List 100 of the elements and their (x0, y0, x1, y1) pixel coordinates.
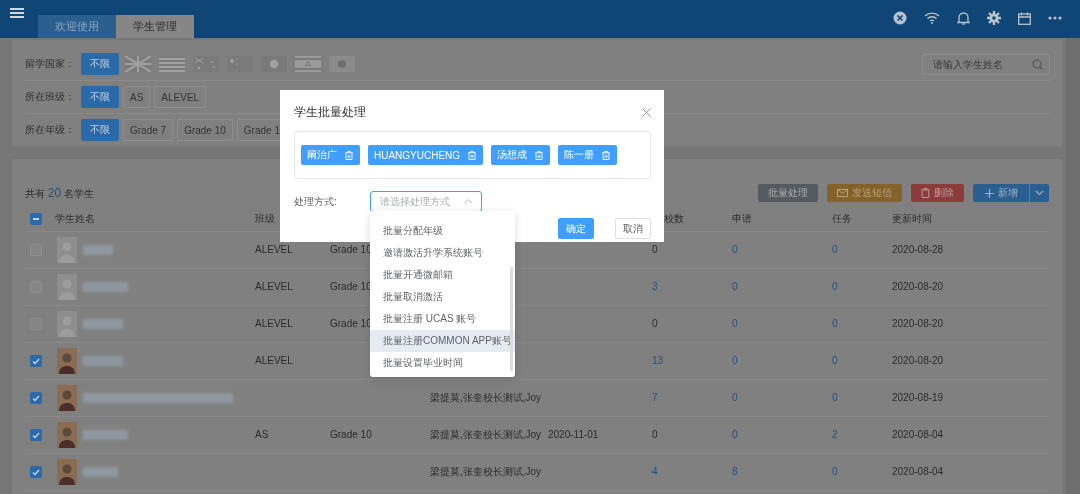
dropdown-item[interactable]: 批量设置毕业时间 (370, 352, 515, 374)
filter-option[interactable]: 不限 (81, 119, 119, 141)
count-link[interactable]: 0 (732, 280, 738, 294)
dropdown-item[interactable]: 批量注册COMMON APP账号 (370, 330, 515, 352)
count-link[interactable]: 0 (732, 243, 738, 257)
table-cell: Grade 10 (330, 428, 372, 442)
column-header: 申请 (732, 212, 752, 226)
count-link[interactable]: 0 (832, 280, 838, 294)
table-cell: 梁提莫,张奎校长测试,Joy (430, 391, 542, 405)
close-icon[interactable] (642, 108, 651, 117)
confirm-button[interactable]: 确定 (558, 218, 594, 239)
trash-icon[interactable] (535, 150, 544, 160)
mail-icon (837, 189, 848, 197)
flag-icon[interactable] (125, 56, 151, 72)
close-circle-icon[interactable] (893, 11, 907, 25)
add-button[interactable]: 新增 (973, 184, 1029, 202)
caret-icon (464, 199, 473, 204)
column-header: 更新时间 (892, 212, 932, 226)
blurred-name (83, 356, 123, 366)
table-cell: ALEVEL (255, 354, 293, 368)
count-link[interactable]: 0 (832, 465, 838, 479)
flag-icon[interactable] (193, 56, 219, 72)
column-header: 班级 (255, 212, 275, 226)
calendar-icon[interactable] (1018, 11, 1031, 25)
count-link[interactable]: 8 (732, 465, 738, 479)
cancel-button[interactable]: 取消 (615, 218, 651, 239)
count-link[interactable]: 0 (732, 317, 738, 331)
table-cell: 2020-11-01 (548, 428, 599, 442)
bell-icon[interactable] (957, 11, 970, 25)
count-link[interactable]: 4 (652, 465, 658, 479)
flag-icon[interactable] (261, 56, 287, 72)
settings-icon[interactable] (987, 11, 1001, 25)
count-link[interactable]: 0 (832, 391, 838, 405)
count-link[interactable]: 0 (832, 317, 838, 331)
count-link[interactable]: 0 (732, 354, 738, 368)
tag-label: 汤想成 (497, 148, 528, 162)
dropdown-item[interactable]: 批量分配年级 (370, 220, 515, 242)
filter-option[interactable]: ALEVEL (154, 86, 207, 108)
filter-option[interactable]: 不限 (81, 53, 119, 75)
dropdown-item[interactable]: 批量取消激活 (370, 286, 515, 308)
filter-option[interactable]: AS (123, 86, 151, 108)
table-cell: 2020-08-28 (892, 243, 944, 257)
flag-icon[interactable] (329, 56, 355, 72)
blurred-name (83, 319, 123, 329)
tag-label: HUANGYUCHENG (374, 149, 461, 161)
delete-button[interactable]: 删除 (911, 184, 964, 202)
count-link[interactable]: 0 (832, 354, 838, 368)
dropdown-item[interactable]: 邀请激活升学系统账号 (370, 242, 515, 264)
select-all-checkbox[interactable] (30, 213, 42, 225)
scrollbar[interactable] (1066, 38, 1080, 494)
column-header: 校数 (664, 212, 684, 226)
count-link[interactable]: 0 (832, 243, 838, 257)
blurred-name (83, 430, 128, 440)
batch-button[interactable]: 批量处理 (758, 184, 818, 202)
column-header: 学生姓名 (55, 212, 95, 226)
trash-icon[interactable] (602, 150, 611, 160)
tag-label: 阚治广 (307, 148, 337, 162)
wifi-icon[interactable] (924, 12, 940, 24)
table-cell: 2020-08-04 (892, 465, 944, 479)
flag-icon[interactable] (295, 56, 321, 72)
scrollbar[interactable] (510, 267, 513, 371)
trash-icon[interactable] (468, 150, 477, 160)
filter-option[interactable]: 不限 (81, 86, 119, 108)
table-cell: 2020-08-04 (892, 428, 944, 442)
filter-option[interactable]: Grade 10 (177, 119, 233, 141)
table-cell: 0 (652, 428, 658, 442)
count-link[interactable]: 3 (652, 280, 658, 294)
table-cell: AS (255, 428, 269, 442)
filter-option[interactable]: Grade 7 (123, 119, 174, 141)
count-link[interactable]: 0 (732, 428, 738, 442)
table-cell: 0 (652, 243, 658, 257)
menu-icon[interactable] (10, 7, 24, 19)
tab[interactable]: 欢迎使用 (38, 15, 116, 38)
dropdown-item[interactable]: 批量开通微邮箱 (370, 264, 515, 286)
row-checkbox[interactable] (30, 392, 42, 404)
count-link[interactable]: 2 (832, 428, 838, 442)
table-cell: 0 (652, 317, 658, 331)
row-checkbox[interactable] (30, 429, 42, 441)
count-link[interactable]: 7 (652, 391, 658, 405)
row-checkbox[interactable] (30, 466, 42, 478)
count-link[interactable]: 0 (732, 391, 738, 405)
filter-label: 所在班级： (25, 90, 76, 104)
flag-icon[interactable] (159, 56, 185, 72)
method-select[interactable]: 请选择处理方式 (370, 191, 482, 212)
tab[interactable]: 学生管理 (116, 15, 194, 38)
blurred-name (83, 245, 113, 255)
tag-label: 陈一册 (564, 148, 595, 162)
dropdown-item[interactable]: 批量注册 UCAS 账号 (370, 308, 515, 330)
blurred-name (83, 282, 128, 292)
table-cell: 2020-08-19 (892, 391, 944, 405)
dropdown-button[interactable] (1029, 184, 1049, 202)
row-checkbox[interactable] (30, 355, 42, 367)
student-count: 共有 20 名学生 (25, 185, 94, 201)
more-icon[interactable] (1048, 16, 1062, 20)
flag-icon[interactable] (227, 56, 253, 72)
field-label: 处理方式: (294, 194, 338, 209)
sms-button[interactable]: 发送短信 (827, 184, 902, 202)
trash-icon[interactable] (345, 150, 353, 160)
count-link[interactable]: 13 (652, 354, 664, 368)
search-field[interactable]: 请输入学生姓名 (922, 53, 1050, 75)
